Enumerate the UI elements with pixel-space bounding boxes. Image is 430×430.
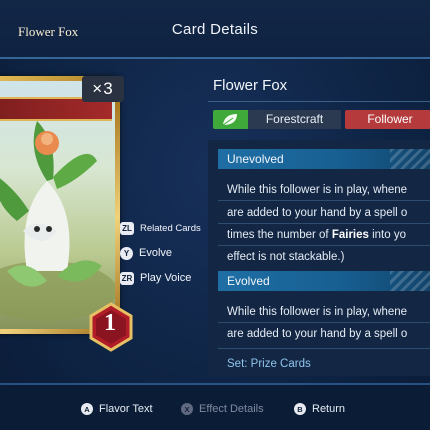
effect-details-label: Effect Details <box>199 403 264 415</box>
evolve-button[interactable]: Y Evolve <box>120 245 172 261</box>
evolved-line-2: are added to your hand by a spell o <box>227 328 408 340</box>
play-voice-label: Play Voice <box>140 272 192 284</box>
unevolved-label: Unevolved <box>227 152 284 166</box>
x-button-icon: X <box>181 403 193 415</box>
return-label: Return <box>312 403 346 415</box>
card-name-title: Flower Fox <box>213 77 288 94</box>
card-count-badge: ×3 <box>82 76 124 102</box>
evolved-label: Evolved <box>227 274 270 288</box>
zl-button-icon: ZL <box>120 221 134 235</box>
forestcraft-leaf-icon <box>213 110 248 129</box>
unevolved-line-4: effect is not stackable.) <box>227 251 345 263</box>
divider <box>218 322 430 323</box>
zr-button-icon: ZR <box>120 271 134 285</box>
divider <box>218 245 430 246</box>
flavor-text-button[interactable]: A Flavor Text <box>81 403 153 415</box>
b-button-icon: B <box>294 403 306 415</box>
card-cost: 1 <box>104 310 116 336</box>
effect-details-button[interactable]: X Effect Details <box>181 403 264 415</box>
title-divider <box>208 101 430 102</box>
type-tag: Follower <box>345 110 430 129</box>
card-art[interactable] <box>0 76 120 334</box>
related-cards-label: Related Cards <box>140 222 201 234</box>
evolve-label: Evolve <box>139 247 173 259</box>
divider <box>218 200 430 201</box>
keyword-fairies: Fairies <box>331 229 369 241</box>
craft-tag: Forestcraft <box>248 110 341 129</box>
play-voice-button[interactable]: ZR Play Voice <box>120 270 191 286</box>
header-divider <box>0 57 430 59</box>
y-button-icon: Y <box>120 246 133 260</box>
unevolved-line-3: times the number of Fairies into yo <box>227 229 406 241</box>
divider <box>218 348 430 349</box>
flavor-text-label: Flavor Text <box>99 403 153 415</box>
card-name-art: Flower Fox <box>18 24 79 39</box>
card-set: Set: Prize Cards <box>227 358 311 370</box>
unevolved-line-1: While this follower is in play, whene <box>227 184 408 196</box>
unevolved-line-2: are added to your hand by a spell o <box>227 207 408 219</box>
return-button[interactable]: B Return <box>294 403 345 415</box>
divider <box>218 223 430 224</box>
a-button-icon: A <box>81 403 93 415</box>
related-cards-button[interactable]: ZL Related Cards <box>120 220 201 236</box>
evolved-line-1: While this follower is in play, whene <box>227 306 408 318</box>
